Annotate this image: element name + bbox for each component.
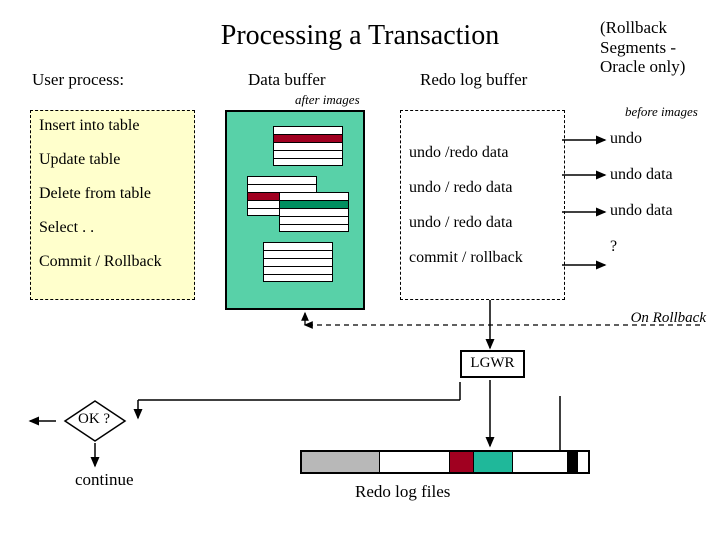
seg-white — [380, 452, 450, 472]
oracle-entry-4: ? — [610, 238, 710, 256]
op-insert: Insert into table — [39, 117, 186, 135]
redo-log-files-bar — [300, 450, 590, 474]
user-process-box: Insert into table Update table Delete fr… — [30, 110, 195, 300]
op-delete: Delete from table — [39, 185, 186, 203]
on-rollback-label: On Rollback — [631, 310, 706, 327]
after-images-label: after images — [295, 92, 360, 108]
redo-entry-1: undo /redo data — [409, 144, 556, 162]
lgwr-box: LGWR — [460, 350, 525, 378]
before-images-label: before images — [625, 104, 698, 120]
redo-entry-3: undo / redo data — [409, 214, 556, 232]
header-data-buffer: Data buffer — [248, 70, 326, 90]
op-select: Select . . — [39, 219, 186, 237]
rollback-note: (Rollback Segments - Oracle only) — [600, 18, 700, 77]
continue-label: continue — [75, 470, 134, 490]
ok-label: OK ? — [78, 411, 110, 428]
header-redo-log: Redo log buffer — [420, 70, 527, 90]
seg-white3 — [578, 452, 588, 472]
redo-log-buffer-box: undo /redo data undo / redo data undo / … — [400, 110, 565, 300]
seg-white2 — [513, 452, 568, 472]
oracle-entry-2: undo data — [610, 166, 710, 184]
redo-log-files-label: Redo log files — [355, 482, 450, 502]
oracle-column: undo undo data undo data ? — [610, 130, 710, 274]
seg-red — [450, 452, 474, 472]
header-user: User process: — [32, 70, 124, 90]
seg-green — [474, 452, 513, 472]
op-update: Update table — [39, 151, 186, 169]
oracle-entry-1: undo — [610, 130, 710, 148]
data-buffer-box — [225, 110, 365, 310]
redo-entry-4: commit / rollback — [409, 249, 556, 267]
seg-black — [568, 452, 579, 472]
seg-grey — [302, 452, 380, 472]
redo-entry-2: undo / redo data — [409, 179, 556, 197]
op-commit: Commit / Rollback — [39, 253, 186, 271]
oracle-entry-3: undo data — [610, 202, 710, 220]
